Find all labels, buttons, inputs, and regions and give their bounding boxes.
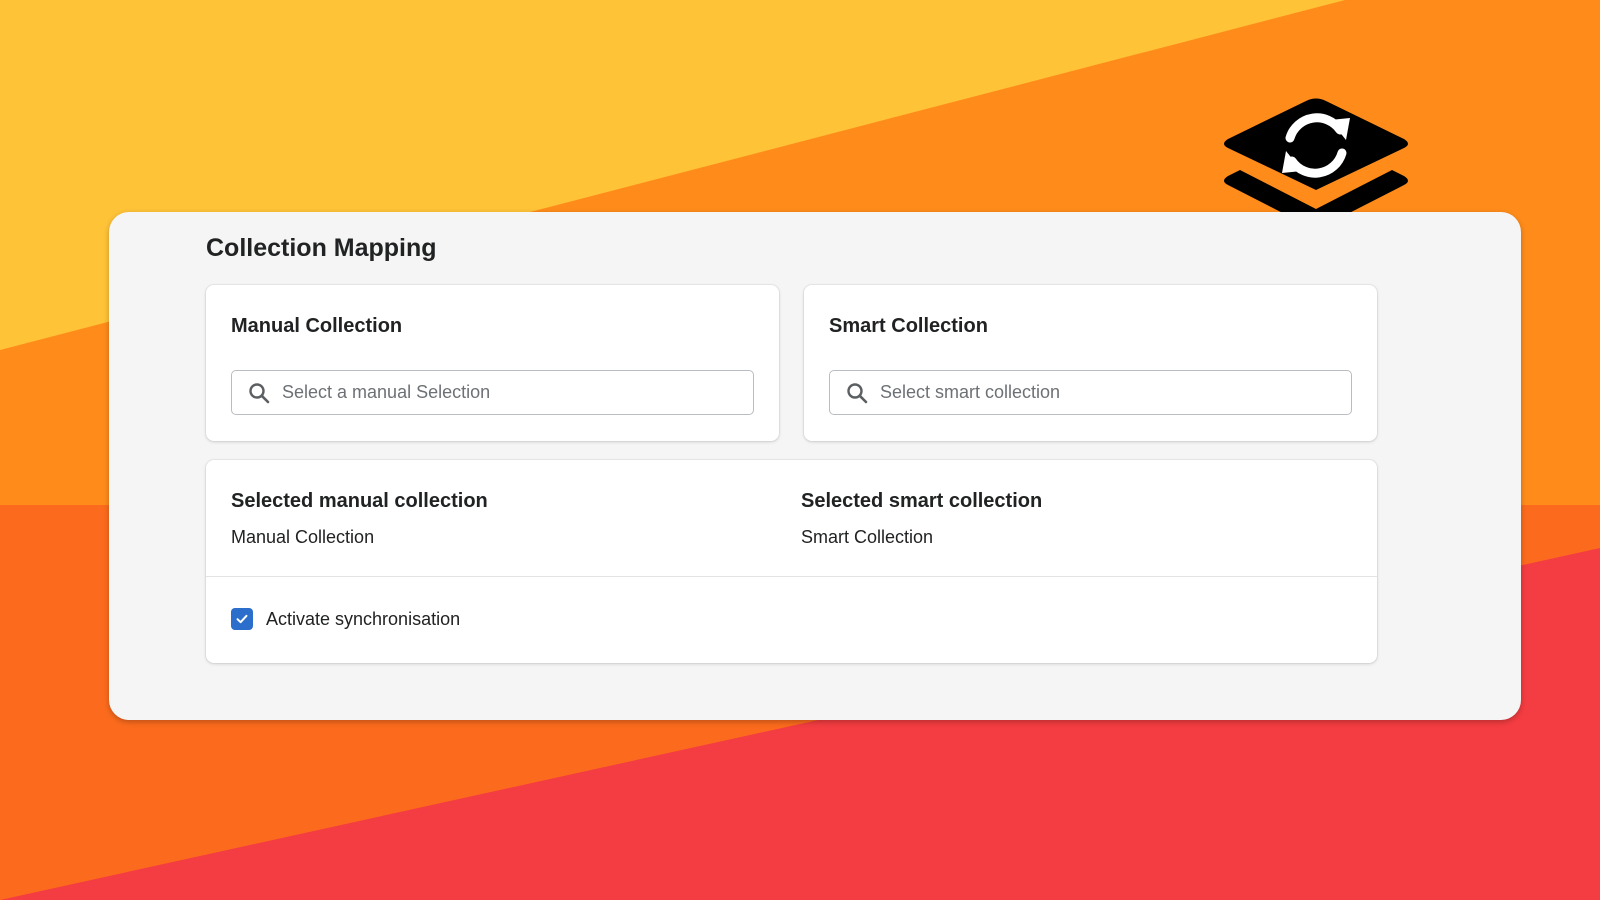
smart-collection-search-input[interactable] [880,382,1351,403]
activate-sync-label: Activate synchronisation [266,608,461,629]
activate-sync-toggle[interactable]: Activate synchronisation [231,608,460,630]
smart-collection-search[interactable] [829,370,1352,415]
page-title: Collection Mapping [206,234,437,262]
search-icon [248,382,270,404]
collection-mapping-panel: Collection Mapping Manual Collection Sma… [109,212,1521,720]
smart-collection-card: Smart Collection [804,285,1377,441]
activate-sync-checkbox[interactable] [231,608,253,630]
selected-smart-value: Smart Collection [801,527,934,547]
selected-collections-card: Selected manual collection Manual Collec… [206,460,1377,663]
app-screen: Collection Mapping Manual Collection Sma… [0,0,1600,900]
smart-collection-title: Smart Collection [829,315,988,337]
checkmark-icon [236,614,248,624]
selected-manual-value: Manual Collection [231,527,375,547]
manual-collection-search-input[interactable] [282,382,753,403]
selected-smart-section: Selected smart collection Smart Collecti… [801,490,1042,548]
manual-collection-card: Manual Collection [206,285,779,441]
search-icon [846,382,868,404]
manual-collection-title: Manual Collection [231,315,403,337]
card-divider [206,576,1377,577]
selected-manual-section: Selected manual collection Manual Collec… [231,490,488,548]
manual-collection-search[interactable] [231,370,754,415]
selected-smart-title: Selected smart collection [801,490,1043,512]
selected-manual-title: Selected manual collection [231,490,488,512]
